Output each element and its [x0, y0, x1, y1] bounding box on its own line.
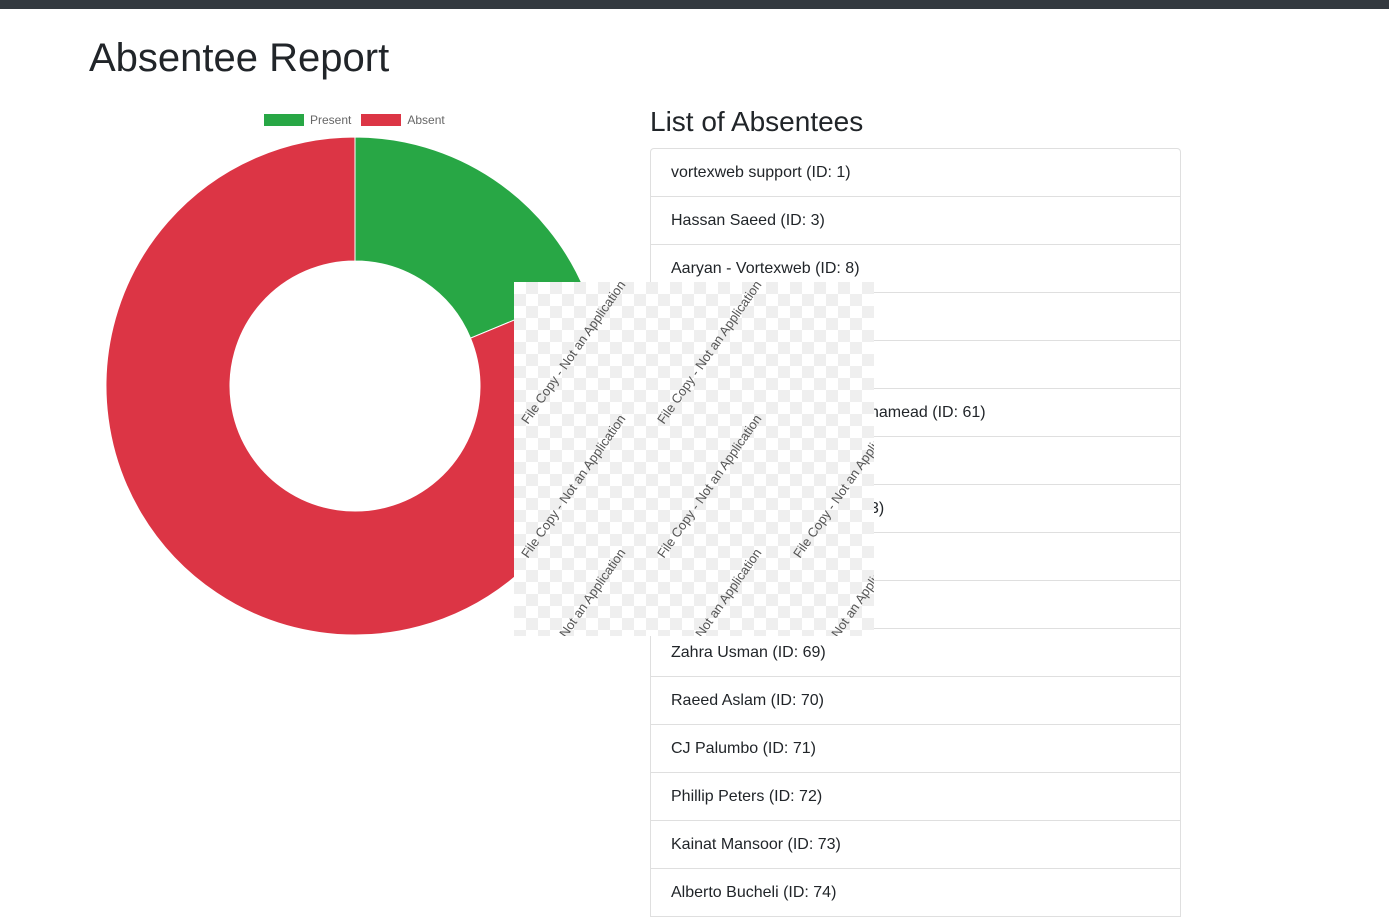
legend-item-present[interactable]: Present	[264, 113, 351, 127]
list-item: Kainat Mansoor (ID: 73)	[650, 820, 1181, 869]
watermark-text: File Copy - Not an Application	[518, 545, 629, 636]
list-item: Hassan Saeed (ID: 3)	[650, 196, 1181, 245]
list-item: Raeed Aslam (ID: 70)	[650, 676, 1181, 725]
watermark-text: File Copy - Not an Application	[654, 545, 765, 636]
page-title: Absentee Report	[89, 36, 390, 80]
top-navbar	[0, 0, 1389, 9]
legend-swatch-present	[264, 114, 304, 126]
list-item: CJ Palumbo (ID: 71)	[650, 724, 1181, 773]
list-item: Phillip Peters (ID: 72)	[650, 772, 1181, 821]
watermark-text: File Copy - Not an Application	[518, 411, 629, 561]
absentee-list-title: List of Absentees	[650, 106, 864, 137]
list-item: vortexweb support (ID: 1)	[650, 148, 1181, 197]
legend-label-absent: Absent	[407, 113, 445, 127]
watermark-text: File Copy - Not an Application	[654, 282, 765, 427]
watermark-text: File Copy - Not an Application	[654, 411, 765, 561]
legend-swatch-absent	[361, 114, 402, 126]
watermark-overlay: File Copy - Not an Application File Copy…	[514, 282, 874, 636]
chart-legend: Present Absent	[264, 113, 455, 127]
watermark-text: File Copy - Not an Application	[518, 282, 629, 427]
legend-label-present: Present	[310, 113, 352, 127]
watermark-text: File Copy - Not an Application	[790, 411, 874, 561]
legend-item-absent[interactable]: Absent	[361, 113, 445, 127]
list-item: Alberto Bucheli (ID: 74)	[650, 868, 1181, 917]
